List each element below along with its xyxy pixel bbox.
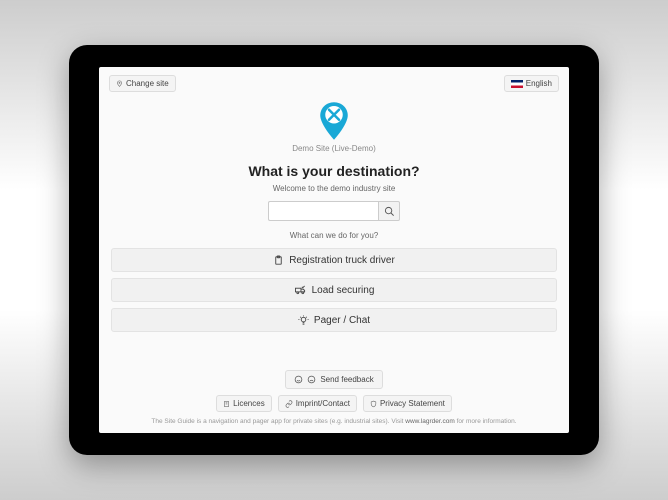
registration-button[interactable]: Registration truck driver: [111, 248, 557, 272]
uk-flag-icon: [511, 80, 523, 88]
app-screen: Change site English Demo Site (Live-Demo…: [99, 67, 569, 433]
licences-label: Licences: [233, 399, 265, 408]
footer-links: Licences Imprint/Contact Privacy Stateme…: [216, 395, 452, 412]
registration-label: Registration truck driver: [289, 255, 395, 266]
language-button[interactable]: English: [504, 75, 559, 92]
load-securing-button[interactable]: Load securing: [111, 278, 557, 302]
doc-icon: [223, 400, 230, 408]
site-name: Demo Site (Live-Demo): [292, 144, 376, 153]
emoji-sad-icon: [307, 375, 316, 384]
send-feedback-button[interactable]: Send feedback: [285, 370, 382, 389]
site-logo-icon: [319, 102, 349, 140]
privacy-label: Privacy Statement: [380, 399, 445, 408]
pager-chat-button[interactable]: Pager / Chat: [111, 308, 557, 332]
main-content: Demo Site (Live-Demo) What is your desti…: [99, 100, 569, 332]
footer-note-pre: The Site Guide is a navigation and pager…: [151, 418, 405, 425]
actions-list: Registration truck driver Load securing …: [109, 248, 559, 332]
search-button[interactable]: [378, 201, 400, 221]
tablet-frame: Change site English Demo Site (Live-Demo…: [69, 45, 599, 455]
help-text: What can we do for you?: [290, 231, 379, 240]
shield-icon: [370, 400, 377, 408]
language-label: English: [526, 79, 552, 88]
pin-icon: [116, 79, 123, 88]
feedback-label: Send feedback: [320, 375, 373, 384]
footer-note-link[interactable]: www.lagrder.com: [405, 418, 455, 425]
page-subline: Welcome to the demo industry site: [273, 184, 396, 193]
search-icon: [384, 206, 395, 217]
truck-check-icon: [294, 285, 307, 296]
page-headline: What is your destination?: [248, 163, 419, 179]
footer: Send feedback Licences Imprint/Contact P…: [99, 370, 569, 425]
footer-note: The Site Guide is a navigation and pager…: [151, 418, 516, 425]
pager-chat-label: Pager / Chat: [314, 315, 370, 326]
search-row: [268, 201, 400, 221]
clipboard-icon: [273, 255, 284, 266]
topbar: Change site English: [99, 67, 569, 100]
licences-link[interactable]: Licences: [216, 395, 272, 412]
footer-note-post: for more information.: [455, 418, 517, 425]
link-icon: [285, 400, 293, 408]
imprint-label: Imprint/Contact: [296, 399, 350, 408]
change-site-button[interactable]: Change site: [109, 75, 176, 92]
bulb-icon: [298, 315, 309, 326]
imprint-link[interactable]: Imprint/Contact: [278, 395, 357, 412]
load-securing-label: Load securing: [312, 285, 375, 296]
emoji-icon: [294, 375, 303, 384]
privacy-link[interactable]: Privacy Statement: [363, 395, 452, 412]
search-input[interactable]: [268, 201, 378, 221]
change-site-label: Change site: [126, 79, 169, 88]
